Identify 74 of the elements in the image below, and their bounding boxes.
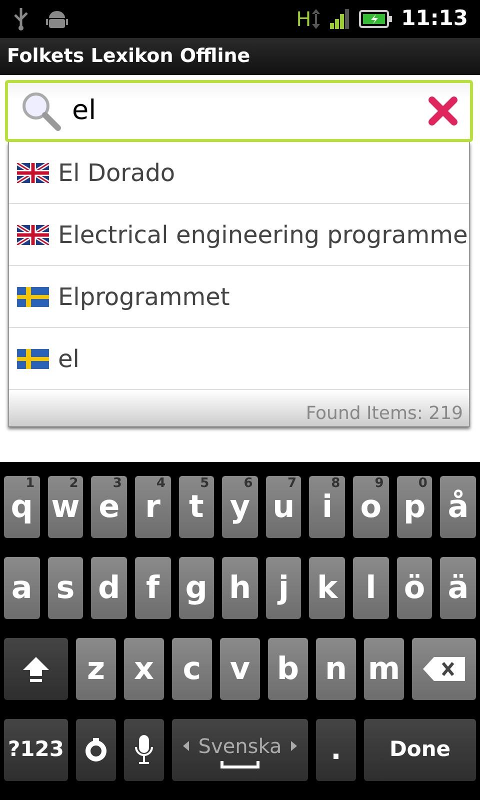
key-hint: 7	[287, 477, 296, 490]
space-key[interactable]: Svenska	[172, 719, 308, 781]
settings-key[interactable]	[76, 719, 116, 781]
shift-key[interactable]	[4, 638, 68, 700]
usb-icon	[12, 7, 30, 31]
key[interactable]: 3 e	[91, 476, 127, 538]
search-icon	[20, 90, 62, 132]
suggestion-item[interactable]: Electrical engineering programme	[9, 204, 469, 266]
key[interactable]: m	[364, 638, 404, 700]
key-hint: 6	[244, 477, 253, 490]
search-field[interactable]: el	[62, 90, 428, 132]
key[interactable]: ö	[396, 557, 432, 619]
clear-icon[interactable]	[428, 96, 458, 126]
key[interactable]: n	[316, 638, 356, 700]
network-type: H	[296, 6, 312, 33]
key[interactable]: ä	[440, 557, 476, 619]
space-bar-icon	[220, 761, 260, 769]
key-hint: 9	[374, 477, 384, 490]
clock: 11:13	[401, 5, 468, 32]
left-arrow-icon	[182, 740, 190, 752]
key[interactable]: j	[266, 557, 302, 619]
settings-icon	[84, 737, 108, 763]
key[interactable]: h	[222, 557, 258, 619]
key[interactable]: g	[178, 557, 214, 619]
search-bar[interactable]: el	[5, 80, 473, 142]
key[interactable]: s	[48, 557, 84, 619]
key-hint: 4	[156, 477, 166, 490]
key-hint: 5	[200, 477, 210, 490]
suggestion-item[interactable]: Elprogrammet	[9, 266, 469, 328]
period-key[interactable]: .	[316, 719, 356, 781]
key[interactable]: 2 w	[48, 476, 84, 538]
android-icon	[46, 9, 68, 29]
data-arrows-icon	[311, 7, 322, 31]
key-hint: 1	[26, 477, 35, 490]
key[interactable]: k	[309, 557, 346, 619]
key[interactable]: 6 y	[222, 476, 258, 538]
microphone-key[interactable]	[124, 719, 164, 781]
shift-icon	[21, 654, 51, 684]
battery-icon	[359, 9, 394, 29]
key[interactable]: å	[440, 476, 476, 538]
key[interactable]: f	[134, 557, 171, 619]
symbols-key[interactable]: ?123	[4, 719, 68, 781]
key[interactable]: x	[124, 638, 164, 700]
flag-icon	[17, 162, 49, 182]
key[interactable]: 9 o	[353, 476, 389, 538]
flag-icon	[17, 348, 49, 368]
flag-icon	[17, 224, 49, 244]
key[interactable]: c	[172, 638, 212, 700]
key[interactable]: d	[91, 557, 127, 619]
key[interactable]: v	[220, 638, 260, 700]
done-key[interactable]: Done	[364, 719, 476, 781]
key[interactable]: 5 t	[178, 476, 214, 538]
signal-icon	[329, 9, 352, 29]
microphone-icon	[134, 734, 154, 766]
suggestion-item[interactable]: El Dorado	[9, 142, 469, 204]
key-hint: 2	[69, 477, 78, 490]
found-count: Found Items: 219	[9, 390, 469, 426]
key[interactable]: 1 q	[4, 476, 40, 538]
key[interactable]: 4 r	[134, 476, 171, 538]
backspace-key[interactable]	[412, 638, 476, 700]
key[interactable]: 0 p	[396, 476, 432, 538]
key[interactable]: z	[76, 638, 116, 700]
key-hint: 3	[112, 477, 122, 490]
flag-icon	[17, 286, 49, 306]
key-hint: 8	[331, 477, 340, 490]
key[interactable]: 8 i	[309, 476, 346, 538]
key-hint: 0	[418, 477, 428, 490]
key[interactable]: 7 u	[266, 476, 302, 538]
right-arrow-icon	[290, 740, 298, 752]
backspace-icon	[422, 656, 466, 682]
key[interactable]: l	[353, 557, 389, 619]
key[interactable]: a	[4, 557, 40, 619]
key[interactable]: b	[268, 638, 308, 700]
app-title: Folkets Lexikon Offline	[0, 38, 480, 75]
